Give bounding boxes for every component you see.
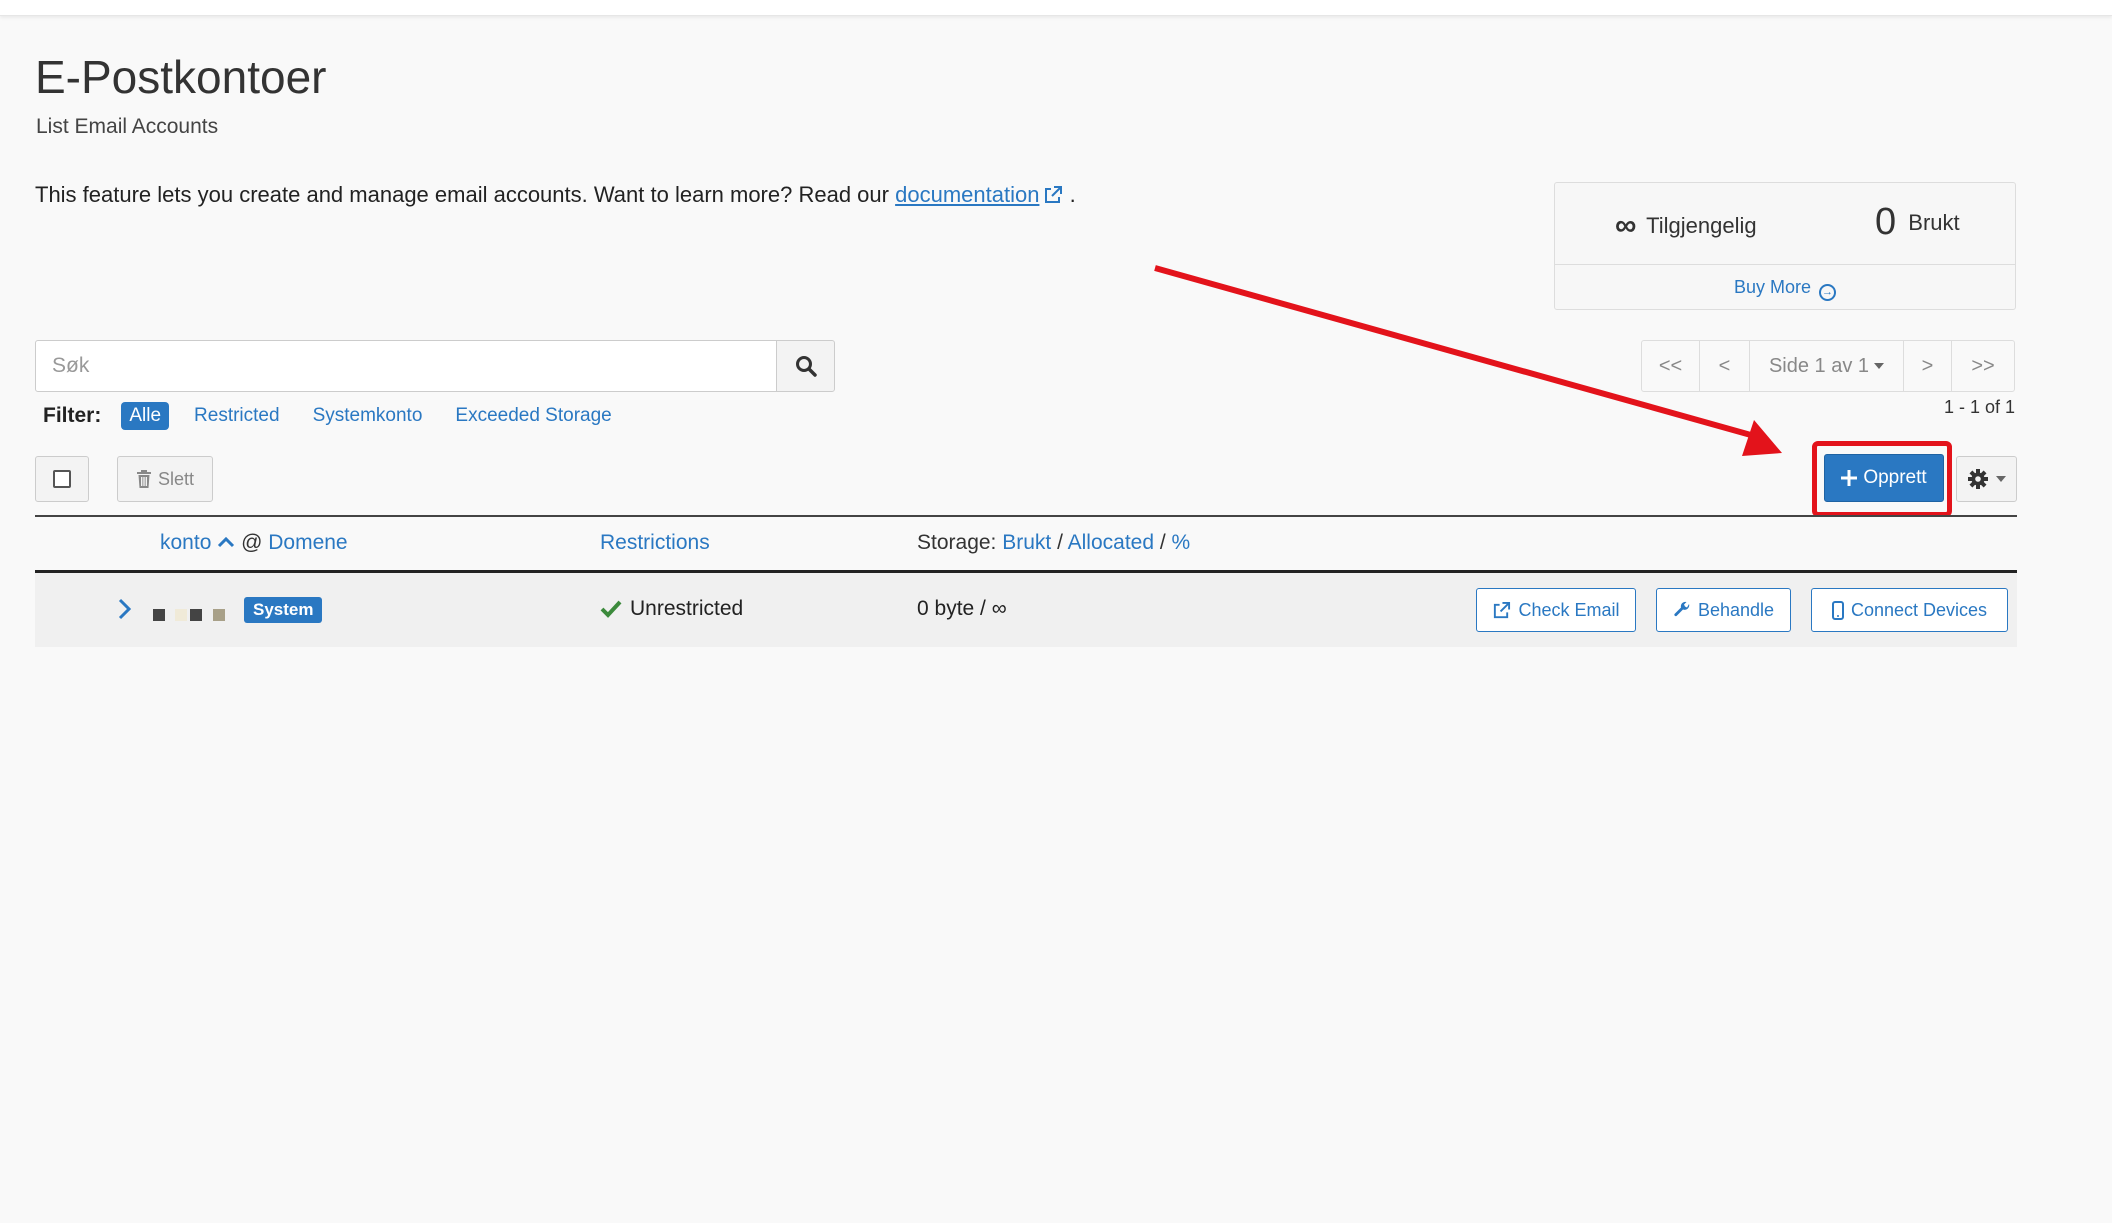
sort-storage-percent-link[interactable]: % [1172, 531, 1191, 554]
delete-label: Slett [157, 468, 195, 489]
search-icon [795, 356, 817, 377]
gear-icon [1968, 469, 1988, 489]
last-page-button[interactable]: >> [1952, 341, 2014, 391]
first-page-button[interactable]: << [1642, 341, 1700, 391]
caret-down-icon [1874, 363, 1885, 369]
sort-domain-link[interactable]: Domene [268, 531, 347, 554]
settings-dropdown-button[interactable] [1956, 456, 2017, 502]
sort-account-link[interactable]: konto [160, 531, 211, 554]
used-value: 0 [1875, 201, 1897, 243]
filter-system-account[interactable]: Systemkonto [313, 402, 423, 430]
filter-restricted[interactable]: Restricted [194, 402, 280, 430]
restriction-label: Unrestricted [630, 597, 744, 620]
check-email-label: Check Email [1518, 599, 1620, 620]
create-button[interactable]: Opprett [1824, 454, 1944, 502]
restriction-status: Unrestricted [600, 597, 743, 621]
storage-prefix: Storage: [917, 531, 997, 554]
create-label: Opprett [1863, 467, 1927, 488]
intro-sentence: This feature lets you create and manage … [35, 182, 889, 207]
chevron-right-icon [118, 598, 132, 620]
available-stat: ∞ Tilgjengelig [1615, 209, 1757, 243]
page-select[interactable]: Side 1 av 1 [1750, 341, 1904, 391]
result-count: 1 - 1 of 1 [1944, 397, 2016, 417]
sort-storage-allocated-link[interactable]: Allocated [1068, 531, 1154, 554]
next-page-button[interactable]: > [1904, 341, 1952, 391]
storage-separator: / [1057, 531, 1063, 554]
connect-devices-label: Connect Devices [1850, 599, 1988, 620]
delete-button[interactable]: Slett [117, 456, 213, 502]
column-header-storage: Storage: Brukt / Allocated / % [917, 531, 1190, 555]
table-top-border [35, 515, 2017, 517]
column-header-restrictions: Restrictions [600, 531, 710, 555]
sort-restrictions-link[interactable]: Restrictions [600, 531, 710, 554]
filter-exceeded-storage[interactable]: Exceeded Storage [455, 402, 611, 430]
infinity-icon: ∞ [1615, 209, 1637, 242]
redacted-account-name [190, 609, 202, 621]
documentation-link-label: documentation [895, 182, 1040, 207]
top-bar [0, 0, 2112, 16]
pagination: << < Side 1 av 1 > >> [1641, 340, 2015, 392]
stats-panel: ∞ Tilgjengelig 0 Brukt Buy More → [1554, 182, 2016, 310]
used-stat: 0 Brukt [1875, 201, 1960, 244]
external-link-icon [1043, 185, 1063, 211]
redacted-account-name [213, 609, 225, 621]
trash-icon [136, 470, 151, 488]
filter-label: Filter: [43, 404, 102, 427]
intro-text: This feature lets you create and manage … [35, 182, 1076, 211]
page-subtitle: List Email Accounts [36, 115, 219, 138]
wrench-icon [1674, 601, 1690, 617]
at-symbol: @ [241, 531, 263, 554]
arrow-circle-right-icon: → [1819, 284, 1837, 301]
buy-more-link[interactable]: Buy More → [1555, 277, 2015, 301]
sort-storage-used-link[interactable]: Brukt [1002, 531, 1051, 554]
storage-separator: / [1159, 531, 1166, 554]
manage-button[interactable]: Behandle [1656, 588, 1791, 632]
manage-label: Behandle [1697, 599, 1775, 620]
search-button[interactable] [776, 340, 835, 392]
redacted-account-name [175, 609, 187, 621]
check-email-button[interactable]: Check Email [1476, 588, 1636, 632]
page-title: E-Postkontoer [35, 51, 327, 103]
plus-icon [1841, 470, 1858, 486]
mobile-phone-icon [1831, 600, 1844, 620]
external-link-icon [1494, 601, 1511, 618]
storage-value: 0 byte / ∞ [917, 597, 1007, 620]
prev-page-button[interactable]: < [1700, 341, 1750, 391]
available-label: Tilgjengelig [1646, 213, 1757, 238]
documentation-link[interactable]: documentation [895, 182, 1063, 207]
caret-down-icon [1996, 476, 2006, 482]
table-row: System Unrestricted 0 byte / ∞ Check Ema… [35, 573, 2017, 647]
system-badge: System [244, 597, 323, 623]
checkbox-icon [53, 470, 71, 488]
used-label: Brukt [1908, 210, 1960, 235]
chevron-up-icon [218, 536, 235, 548]
filter-bar: Filter: Alle Restricted Systemkonto Exce… [43, 400, 645, 432]
connect-devices-button[interactable]: Connect Devices [1811, 588, 2008, 632]
buy-more-label: Buy More [1733, 277, 1811, 297]
select-all-checkbox[interactable] [35, 456, 89, 502]
search-input[interactable] [35, 340, 777, 392]
redacted-account-name [153, 609, 165, 621]
filter-all[interactable]: Alle [121, 402, 170, 430]
checkmark-icon [600, 600, 622, 618]
expand-row-button[interactable] [117, 597, 133, 626]
intro-suffix: . [1069, 182, 1076, 207]
page-label: Side 1 av 1 [1768, 354, 1870, 377]
search-bar [35, 340, 835, 392]
column-header-account: konto @ Domene [160, 531, 348, 555]
